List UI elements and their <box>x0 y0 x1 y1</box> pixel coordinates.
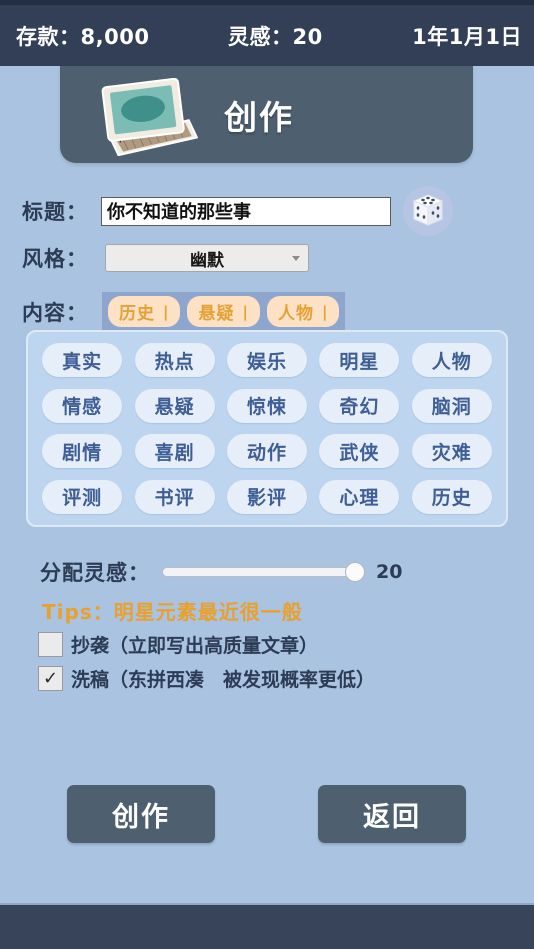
tag-chip[interactable]: 评测 <box>42 479 123 514</box>
page-title: 创作 <box>224 97 294 137</box>
tag-chip[interactable]: 明星 <box>319 343 400 377</box>
inspiration-stat: 灵感：20 <box>228 24 323 49</box>
tag-chip[interactable]: 历史 <box>411 479 492 514</box>
tag-chip[interactable]: 喜剧 <box>134 434 215 469</box>
tag-chip[interactable]: 影评 <box>226 479 307 514</box>
slider-value: 20 <box>376 561 403 583</box>
content-row: 内容： 历史 | 悬疑 | 人物 | <box>22 292 346 331</box>
selected-tag-label: 历史 <box>119 304 155 324</box>
dice-icon <box>412 194 444 226</box>
title-input[interactable] <box>101 196 391 226</box>
content-label: 内容： <box>22 300 88 325</box>
tag-row: 评测 书评 影评 心理 历史 <box>36 479 498 514</box>
selected-tag[interactable]: 人物 | <box>266 296 340 327</box>
remove-tag-icon[interactable]: | <box>242 303 248 321</box>
tag-chip[interactable]: 人物 <box>411 343 492 377</box>
selected-tags-strip: 历史 | 悬疑 | 人物 | <box>102 292 346 331</box>
tag-chip[interactable]: 情感 <box>42 388 123 423</box>
tag-row: 真实 热点 娱乐 明星 人物 <box>36 343 498 377</box>
date-stat: 1年1月1日 <box>412 24 522 49</box>
tag-chip[interactable]: 心理 <box>319 479 400 514</box>
tag-chip[interactable]: 动作 <box>226 434 307 469</box>
tag-chip[interactable]: 奇幻 <box>319 388 400 423</box>
random-title-dice-button[interactable] <box>403 186 453 236</box>
rewrite-checkbox-label: 洗稿（东拼西凑 被发现概率更低） <box>71 669 376 691</box>
tag-chip[interactable]: 娱乐 <box>226 343 307 377</box>
title-label: 标题： <box>22 200 88 224</box>
status-bar: 存款：8,000 灵感：20 1年1月1日 <box>0 0 534 66</box>
chevron-down-icon <box>292 256 300 261</box>
remove-tag-icon[interactable]: | <box>163 303 169 321</box>
tips-text: Tips：明星元素最近很一般 <box>42 600 303 624</box>
bottom-nav-bar <box>0 903 534 949</box>
remove-tag-icon[interactable]: | <box>322 303 328 321</box>
tag-chip[interactable]: 脑洞 <box>411 388 492 423</box>
selected-tag[interactable]: 历史 | <box>108 296 181 327</box>
selected-tag[interactable]: 悬疑 | <box>187 296 260 327</box>
tag-chip[interactable]: 武侠 <box>319 434 400 469</box>
tag-chip[interactable]: 热点 <box>134 343 215 377</box>
tag-chip[interactable]: 灾难 <box>411 434 492 469</box>
style-label: 风格： <box>22 247 88 271</box>
style-selected-value: 幽默 <box>190 250 224 271</box>
check-mark-icon: ✓ <box>42 667 59 689</box>
title-row: 标题： <box>22 186 512 236</box>
back-button[interactable]: 返回 <box>318 785 466 843</box>
slider-label: 分配灵感： <box>40 561 150 585</box>
tag-chip[interactable]: 真实 <box>42 343 123 377</box>
plagiarize-checkbox-label: 抄袭（立即写出高质量文章） <box>71 635 319 657</box>
tag-row: 剧情 喜剧 动作 武侠 灾难 <box>36 434 498 469</box>
style-row: 风格： 幽默 <box>22 243 309 273</box>
style-select[interactable]: 幽默 <box>105 244 309 272</box>
money-stat: 存款：8,000 <box>16 24 150 49</box>
rewrite-checkbox-row[interactable]: ✓ 洗稿（东拼西凑 被发现概率更低） <box>38 665 375 692</box>
inspiration-slider-row: 分配灵感： 20 <box>40 557 402 587</box>
rewrite-checkbox[interactable]: ✓ <box>38 666 63 691</box>
selected-tag-label: 悬疑 <box>198 304 235 324</box>
tag-chip[interactable]: 惊悚 <box>226 388 307 423</box>
selected-tag-label: 人物 <box>277 304 314 324</box>
slider-track[interactable] <box>162 567 362 577</box>
tag-chip[interactable]: 书评 <box>134 479 215 514</box>
create-button[interactable]: 创作 <box>67 785 215 843</box>
laptop-icon <box>86 77 199 156</box>
plagiarize-checkbox-row[interactable]: 抄袭（立即写出高质量文章） <box>38 631 318 658</box>
page-header-panel: 创作 <box>60 66 473 163</box>
slider-thumb[interactable] <box>345 562 365 582</box>
tag-row: 情感 悬疑 惊悚 奇幻 脑洞 <box>36 388 498 423</box>
tag-chip[interactable]: 剧情 <box>42 434 123 469</box>
tag-grid: 真实 热点 娱乐 明星 人物 情感 悬疑 惊悚 奇幻 脑洞 剧情 喜剧 动作 武… <box>26 330 508 527</box>
tag-chip[interactable]: 悬疑 <box>134 388 215 423</box>
inspiration-slider[interactable] <box>162 562 365 582</box>
plagiarize-checkbox[interactable] <box>38 632 63 657</box>
